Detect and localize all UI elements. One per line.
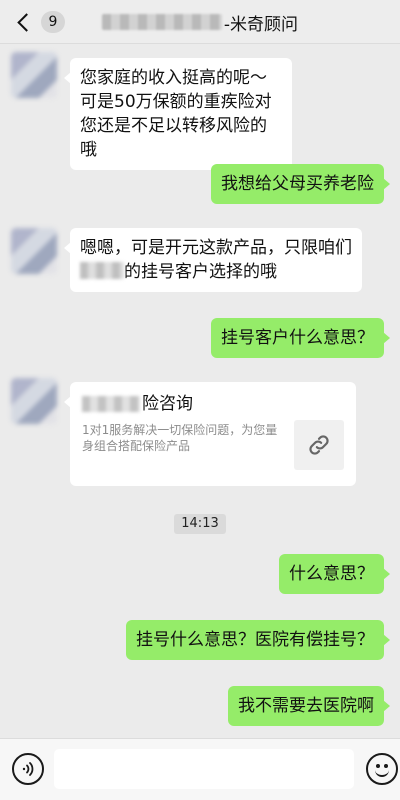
message-text-part: 嗯嗯，可是开元这款产品，只限咱们	[80, 238, 352, 258]
timestamp: 14:13	[0, 512, 400, 534]
voice-icon	[22, 762, 34, 776]
avatar[interactable]	[11, 228, 57, 274]
unread-count-badge: 9	[41, 11, 65, 33]
message-bubble-outgoing[interactable]: 什么意思？	[279, 554, 390, 594]
message-bubble-incoming[interactable]: 您家庭的收入挺高的呢～可是50万保额的重疾险对您还是不足以转移风险的哦	[64, 58, 292, 170]
emoji-mouth	[375, 767, 389, 777]
link-icon	[309, 435, 329, 455]
message-bubble-incoming[interactable]: 嗯嗯，可是开元这款产品，只限咱们的挂号客户选择的哦	[64, 228, 362, 292]
timestamp-label: 14:13	[174, 514, 226, 534]
chevron-left-icon	[17, 12, 36, 32]
message-bubble-outgoing[interactable]: 挂号客户什么意思？	[211, 318, 390, 358]
avatar[interactable]	[11, 52, 57, 98]
link-card-title: 险咨询	[82, 392, 344, 416]
redacted-text	[82, 396, 140, 412]
input-bar	[0, 738, 400, 800]
message-bubble-outgoing[interactable]: 挂号什么意思？医院有偿挂号？	[126, 620, 390, 660]
back-button[interactable]: 9	[14, 8, 65, 36]
link-card-title-text: 险咨询	[142, 394, 193, 414]
message-bubble-outgoing[interactable]: 我想给父母买养老险	[211, 164, 390, 204]
message-bubble-outgoing[interactable]: 我不需要去医院啊	[228, 686, 390, 726]
voice-button[interactable]	[12, 753, 44, 785]
message-text-part: 的挂号客户选择的哦	[124, 262, 277, 282]
avatar[interactable]	[11, 378, 57, 424]
link-card-description: 1对1服务解决一切保险问题，为您量身组合搭配保险产品	[82, 423, 278, 453]
link-card-thumbnail	[294, 420, 344, 470]
redacted-text	[80, 262, 124, 279]
redacted-name	[101, 14, 222, 30]
emoji-button[interactable]	[366, 753, 398, 785]
link-card[interactable]: 险咨询 1对1服务解决一切保险问题，为您量身组合搭配保险产品	[64, 382, 356, 486]
message-input[interactable]	[54, 749, 354, 789]
chat-title-text: -米奇顾问	[223, 14, 299, 35]
chat-header: 9 -米奇顾问	[0, 0, 400, 44]
chat-screen: 9 -米奇顾问 您家庭的收入挺高的呢～可是50万保额的重疾险对您还是不足以转移风…	[0, 0, 400, 800]
